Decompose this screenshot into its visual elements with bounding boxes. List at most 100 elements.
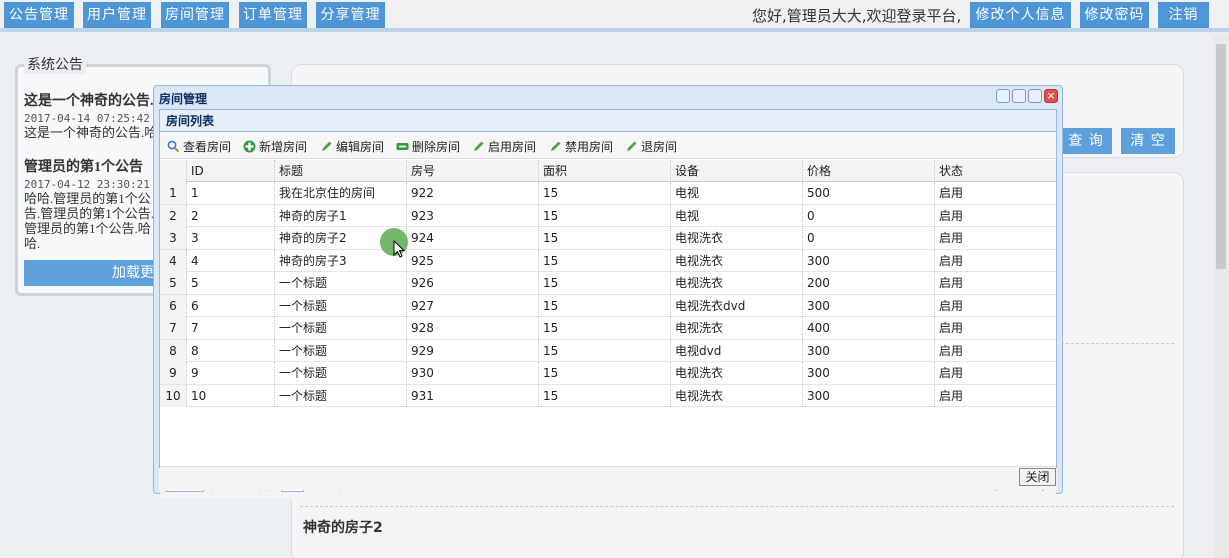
cell-id: 8 — [187, 339, 275, 362]
cell-id: 9 — [187, 362, 275, 384]
table-row[interactable]: 6 6 一个标题 927 15 电视洗衣dvd 300 启用 — [160, 294, 1056, 317]
column-header-status[interactable]: 状态 — [935, 160, 1056, 182]
table-header: ID 标题 房号 面积 设备 价格 状态 — [160, 160, 1056, 182]
page-scrollbar[interactable] — [1213, 36, 1229, 558]
checkout-room-button[interactable]: 退房间 — [625, 139, 677, 155]
row-number: 3 — [160, 227, 187, 249]
row-number: 6 — [160, 294, 187, 317]
checkout-room-label: 退房间 — [641, 140, 678, 154]
close-dialog-button[interactable]: 关闭 — [1019, 468, 1056, 486]
row-number: 4 — [160, 249, 187, 272]
cell-title: 一个标题 — [275, 294, 407, 317]
cell-price: 300 — [803, 249, 935, 272]
maximize-icon[interactable] — [1028, 89, 1042, 103]
cell-title: 一个标题 — [275, 317, 407, 339]
cell-area: 15 — [539, 317, 671, 339]
close-icon[interactable]: × — [1044, 89, 1058, 103]
cell-equipment: 电视洗衣 — [671, 272, 803, 294]
edit-room-button[interactable]: 编辑房间 — [320, 139, 384, 155]
column-header-equipment[interactable]: 设备 — [671, 160, 803, 182]
nav-share-management[interactable]: 分享管理 — [316, 2, 385, 28]
table-row[interactable]: 10 10 一个标题 931 15 电视洗衣 300 启用 — [160, 384, 1056, 407]
cell-price: 0 — [803, 204, 935, 227]
cell-area: 15 — [539, 272, 671, 294]
disable-room-button[interactable]: 禁用房间 — [549, 139, 613, 155]
notice-item[interactable]: 这是一个神奇的公告. 2017-04-14 07:25:42 这是一个神奇的公告… — [24, 90, 159, 140]
row-number-header — [160, 160, 187, 182]
mouse-pointer-icon — [393, 240, 405, 258]
table-row[interactable]: 5 5 一个标题 926 15 电视洗衣 200 启用 — [160, 272, 1056, 295]
table-row[interactable]: 2 2 神奇的房子1 923 15 电视 0 启用 — [160, 204, 1056, 227]
row-number: 1 — [160, 182, 187, 204]
table-row[interactable]: 3 3 神奇的房子2 924 15 电视洗衣 0 启用 — [160, 227, 1056, 250]
notice-title[interactable]: 这是一个神奇的公告. — [24, 90, 159, 110]
collapse-icon[interactable] — [996, 89, 1010, 103]
column-header-price[interactable]: 价格 — [803, 160, 935, 182]
page-scrollbar-thumb[interactable] — [1216, 44, 1226, 269]
dialog-title: 房间管理 — [159, 92, 208, 106]
cell-area: 15 — [539, 384, 671, 407]
cell-status: 启用 — [939, 276, 964, 290]
table-row[interactable]: 1 1 我在北京住的房间 922 15 电视 500 启用 — [160, 182, 1056, 205]
cell-room-number: 929 — [407, 339, 539, 362]
cell-id: 6 — [187, 294, 275, 317]
notice-content: 哈哈.管理员的第1个公告.管理员的第1个公告.管理员的第1个公告.哈哈. — [24, 191, 155, 251]
cell-room-number: 924 — [407, 227, 539, 249]
cell-status: 启用 — [939, 208, 964, 223]
column-header-area[interactable]: 面积 — [539, 160, 671, 182]
cell-equipment: 电视洗衣dvd — [671, 294, 803, 317]
notice-date: 2017-04-14 07:25:42 — [24, 112, 150, 125]
delete-room-label: 删除房间 — [412, 140, 461, 154]
column-header-title[interactable]: 标题 — [275, 160, 407, 182]
nav-user-management[interactable]: 用户管理 — [83, 2, 151, 28]
view-room-button[interactable]: 查看房间 — [167, 139, 231, 155]
change-password-button[interactable]: 修改密码 — [1080, 2, 1149, 28]
notice-content: 这是一个神奇的公告.哈 — [24, 125, 158, 140]
clear-button[interactable]: 清 空 — [1121, 128, 1175, 154]
notice-title[interactable]: 管理员的第1个公告 — [24, 156, 159, 176]
row-number: 8 — [160, 339, 187, 362]
delete-room-button[interactable]: 删除房间 — [396, 139, 460, 155]
house-title[interactable]: 神奇的房子2 — [303, 517, 383, 537]
search-icon — [167, 140, 180, 153]
table-row[interactable]: 8 8 一个标题 929 15 电视dvd 300 启用 — [160, 339, 1056, 362]
column-header-id[interactable]: ID — [187, 160, 275, 182]
cell-title: 一个标题 — [275, 272, 407, 294]
add-room-label: 新增房间 — [259, 140, 308, 154]
pencil-icon — [322, 141, 332, 151]
table-row[interactable]: 7 7 一个标题 928 15 电视洗衣 400 启用 — [160, 317, 1056, 340]
table-row[interactable]: 4 4 神奇的房子3 925 15 电视洗衣 300 启用 — [160, 249, 1056, 272]
add-room-button[interactable]: 新增房间 — [243, 139, 307, 155]
query-button[interactable]: 查 询 — [1060, 128, 1112, 154]
nav-order-management[interactable]: 订单管理 — [239, 2, 307, 28]
cell-price: 300 — [803, 362, 935, 384]
cell-status: 启用 — [939, 321, 964, 335]
logout-button[interactable]: 注销 — [1158, 2, 1209, 28]
nav-notice-management[interactable]: 公告管理 — [4, 2, 74, 28]
cell-price: 300 — [803, 294, 935, 317]
cell-area: 15 — [539, 339, 671, 362]
edit-profile-button[interactable]: 修改个人信息 — [970, 2, 1071, 28]
cell-price: 200 — [803, 272, 935, 294]
pencil-icon — [474, 141, 484, 151]
notice-item[interactable]: 管理员的第1个公告 2017-04-12 23:30:21 哈哈.管理员的第1个… — [24, 156, 159, 253]
column-header-room-number[interactable]: 房号 — [407, 160, 539, 182]
cell-title: 一个标题 — [275, 384, 407, 407]
cell-equipment: 电视洗衣 — [671, 384, 803, 407]
cell-id: 10 — [187, 384, 275, 407]
cell-equipment: 电视洗衣 — [671, 362, 803, 384]
table-row[interactable]: 9 9 一个标题 930 15 电视洗衣 300 启用 — [160, 362, 1056, 385]
cell-status: 启用 — [939, 388, 964, 403]
cell-area: 15 — [539, 227, 671, 249]
minimize-icon[interactable] — [1012, 89, 1026, 103]
room-table: ID 标题 房号 面积 设备 价格 状态 1 1 我在北京住的房间 922 15 电视 50… — [160, 160, 1056, 466]
toolbar: 查看房间 新增房间 编辑房间 删除房间 启用房间 禁用房间 退房间 — [160, 133, 1056, 159]
cell-title: 一个标题 — [275, 362, 407, 384]
enable-room-button[interactable]: 启用房间 — [472, 139, 536, 155]
notice-date: 2017-04-12 23:30:21 — [24, 178, 150, 191]
room-management-dialog: 房间管理 × 房间列表 查看房间 新增房间 编辑房间 删除房间 启用房间 禁用房… — [153, 85, 1063, 499]
cell-area: 15 — [539, 362, 671, 384]
welcome-text: 您好,管理员大大,欢迎登录平台, — [752, 7, 962, 25]
cell-equipment: 电视dvd — [671, 339, 803, 362]
nav-room-management[interactable]: 房间管理 — [161, 2, 229, 28]
